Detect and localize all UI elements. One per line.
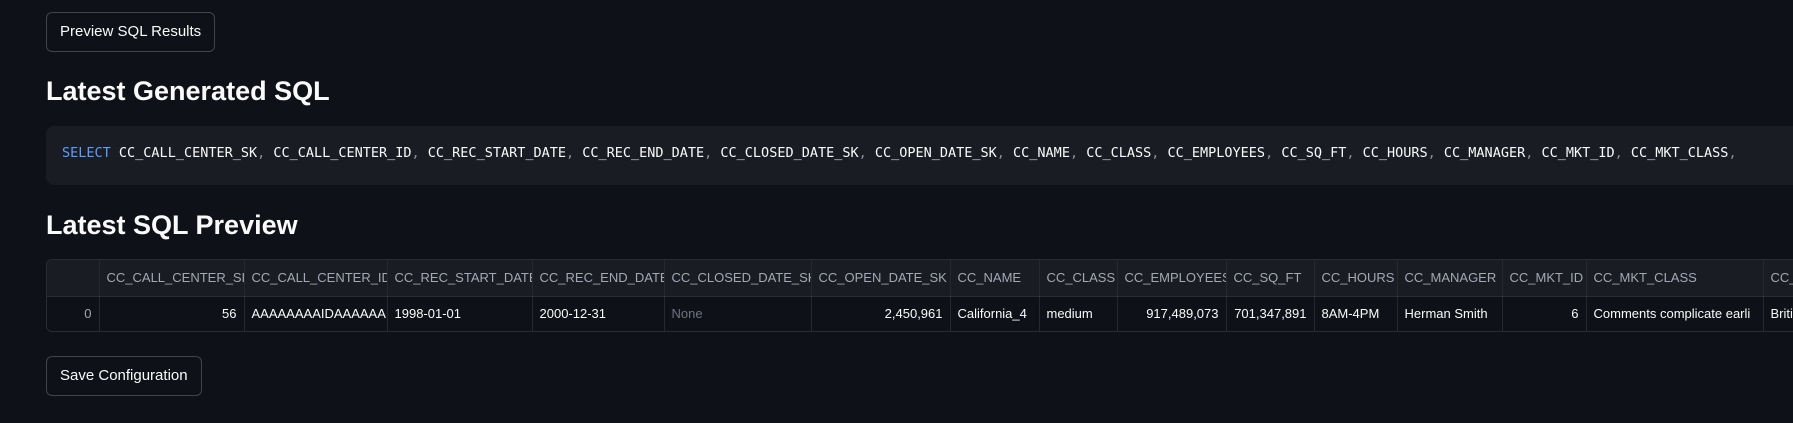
table-cell[interactable]: 1998-01-01 (387, 296, 533, 331)
table-cell[interactable]: AAAAAAAAIDAAAAAA (244, 296, 388, 331)
sql-comma: , (996, 145, 1014, 161)
sql-comma: , (565, 145, 583, 161)
sql-comma: , (1151, 145, 1168, 161)
table-cell[interactable]: None (664, 296, 812, 331)
sql-comma: , (1265, 145, 1282, 161)
preview-sql-results-button[interactable]: Preview SQL Results (46, 12, 216, 52)
sql-comma: , (1614, 145, 1631, 161)
table-cell[interactable]: 6 (1502, 296, 1587, 331)
table-cell[interactable]: 8AM-4PM (1314, 296, 1398, 331)
table-cell[interactable]: California_4 (950, 296, 1040, 331)
sql-comma: , (1427, 145, 1444, 161)
sql-column-name: CC_OPEN_DATE_SK (874, 145, 997, 161)
column-header[interactable]: CC_MKT_ID (1502, 260, 1587, 297)
save-configuration-button[interactable]: Save Configuration (46, 356, 202, 396)
sql-column-name: CC_MKT_ID (1541, 145, 1615, 161)
column-header[interactable]: CC_EMPLOYEES (1117, 260, 1227, 297)
sql-column-name: CC_NAME (1013, 145, 1070, 161)
sql-column-name: CC_SQ_FT (1281, 145, 1347, 161)
table-cell[interactable]: Herman Smith (1397, 296, 1503, 331)
sql-column-name: CC_CLOSED_DATE_SK (720, 145, 859, 161)
column-header[interactable]: CC_MKT_DESC (1763, 260, 1793, 297)
sql-code-block: SELECT CC_CALL_CENTER_SK, CC_CALL_CENTER… (46, 126, 1793, 185)
column-header[interactable]: CC_CLOSED_DATE_SK (664, 260, 812, 297)
sql-column-name: CC_CALL_CENTER_SK (118, 145, 258, 161)
table-cell[interactable]: British p (1763, 296, 1793, 331)
sql-comma: , (858, 145, 875, 161)
latest-generated-sql-heading: Latest Generated SQL (46, 76, 330, 106)
column-header[interactable]: CC_MKT_CLASS (1586, 260, 1764, 297)
table-cell[interactable]: 917,489,073 (1117, 296, 1227, 331)
column-header[interactable]: CC_HOURS (1314, 260, 1398, 297)
sql-comma: , (411, 145, 428, 161)
table-cell[interactable]: 701,347,891 (1226, 296, 1315, 331)
sql-column-name: CC_EMPLOYEES (1167, 145, 1266, 161)
sql-preview-table[interactable]: CC_CALL_CENTER_SK CC_CALL_CENTER_ID CC_REC… (46, 259, 1793, 332)
row-index-cell[interactable]: 0 (47, 296, 100, 331)
sql-comma: , (1525, 145, 1542, 161)
sql-column-name: CC_REC_START_DATE (427, 145, 566, 161)
column-header[interactable]: CC_OPEN_DATE_SK (811, 260, 951, 297)
column-header[interactable]: CC_CLASS (1039, 260, 1118, 297)
sql-comma: , (704, 145, 721, 161)
sql-code-line: SELECT CC_CALL_CENTER_SK, CC_CALL_CENTER… (62, 145, 1737, 161)
sql-column-name: CC_MANAGER (1443, 145, 1526, 161)
column-header[interactable]: CC_CALL_CENTER_ID (244, 260, 388, 297)
table-header-row: CC_CALL_CENTER_SK CC_CALL_CENTER_ID CC_REC… (47, 260, 1793, 297)
preview-data-table[interactable]: CC_CALL_CENTER_SK CC_CALL_CENTER_ID CC_REC… (47, 260, 1793, 331)
sql-comma: , (1069, 145, 1087, 161)
sql-comma: , (1346, 145, 1363, 161)
sql-comma: , (1728, 145, 1737, 161)
column-header[interactable]: CC_REC_END_DATE (532, 260, 665, 297)
column-header[interactable]: CC_REC_START_DATE (387, 260, 533, 297)
index-column-header[interactable] (47, 260, 100, 297)
latest-sql-preview-heading: Latest SQL Preview (46, 210, 298, 240)
sql-column-name: CC_CLASS (1086, 145, 1152, 161)
column-header[interactable]: CC_MANAGER (1397, 260, 1503, 297)
sql-column-name: CC_CALL_CENTER_ID (273, 145, 412, 161)
sql-column-name: CC_MKT_CLASS (1630, 145, 1729, 161)
sql-column-name: CC_REC_END_DATE (582, 145, 705, 161)
column-header[interactable]: CC_NAME (950, 260, 1040, 297)
table-cell[interactable]: 2,450,961 (811, 296, 951, 331)
table-cell[interactable]: 2000-12-31 (532, 296, 665, 331)
column-header[interactable]: CC_SQ_FT (1226, 260, 1315, 297)
column-header[interactable]: CC_CALL_CENTER_SK (99, 260, 245, 297)
sql-comma: , (257, 145, 274, 161)
table-cell[interactable]: Comments complicate earli (1586, 296, 1764, 331)
table-row[interactable]: 0 56 AAAAAAAAIDAAAAAA 1998-01-01 2000-12-31 N… (47, 296, 1793, 331)
app-page: Preview SQL Results Latest Generated SQL… (0, 0, 1793, 423)
sql-column-name: CC_HOURS (1362, 145, 1428, 161)
table-cell[interactable]: 56 (99, 296, 245, 331)
sql-keyword: SELECT (62, 145, 111, 161)
table-cell[interactable]: medium (1039, 296, 1118, 331)
